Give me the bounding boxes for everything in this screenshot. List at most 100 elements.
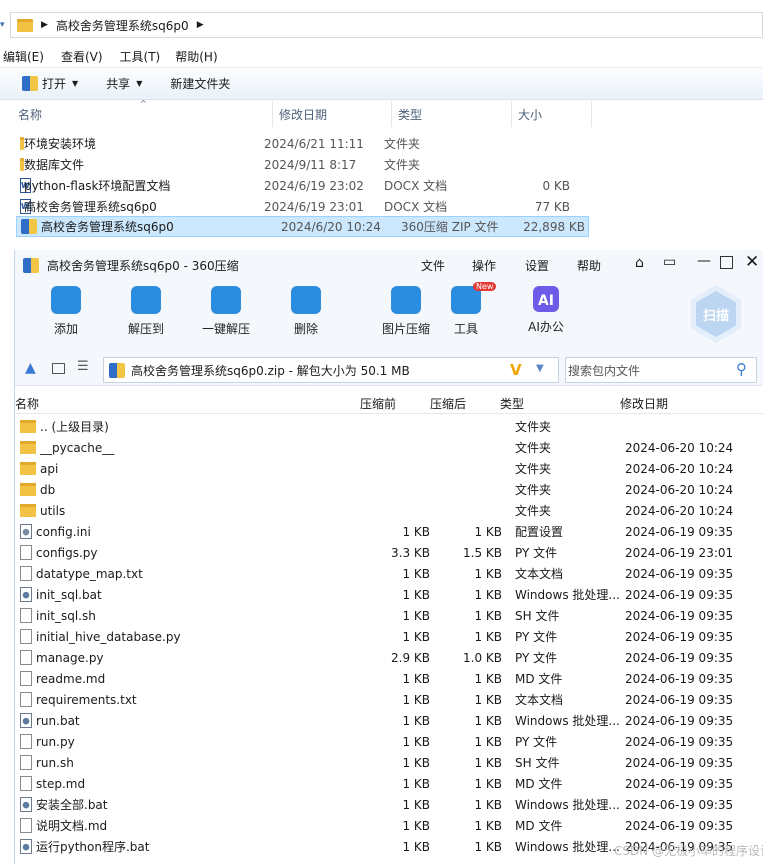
minimize-icon[interactable]: — bbox=[697, 253, 711, 269]
archive-column-header: 名称 压缩前 压缩后 类型 修改日期 bbox=[15, 394, 763, 414]
nav-arrow-icon[interactable]: ▾ bbox=[0, 20, 8, 32]
archive-row[interactable]: init_sql.bat 1 KB 1 KB Windows 批处理... 2024-0… bbox=[15, 584, 763, 605]
archive-row[interactable]: .. (上级目录) 文件夹 bbox=[15, 416, 763, 437]
up-arrow-icon[interactable]: ▲ bbox=[25, 360, 36, 376]
archive-row[interactable]: 安装全部.bat 1 KB 1 KB Windows 批处理... 2024-06-19… bbox=[15, 794, 763, 815]
share-label: 共享 bbox=[106, 77, 131, 91]
tool-button-0[interactable]: 添加 bbox=[31, 286, 101, 337]
col-modified[interactable]: 修改日期 bbox=[620, 395, 740, 412]
tool-button-5[interactable]: New 工具 bbox=[431, 282, 501, 337]
thumbnail-view-icon[interactable] bbox=[52, 363, 65, 374]
archive-row[interactable]: run.py 1 KB 1 KB PY 文件 2024-06-19 09:35 bbox=[15, 731, 763, 752]
file-row[interactable]: 数据库文件 2024/9/11 8:17 文件夹 bbox=[0, 154, 763, 175]
archive-row[interactable]: utils 文件夹 2024-06-20 10:24 bbox=[15, 500, 763, 521]
folder-icon bbox=[20, 420, 36, 433]
file-row[interactable]: 高校舍务管理系统sq6p0 2024/6/20 10:24 360压缩 ZIP 文件… bbox=[16, 216, 589, 237]
chevron-right-icon[interactable]: ▶ bbox=[41, 20, 48, 30]
archive-row[interactable]: initial_hive_database.py 1 KB 1 KB PY 文件 202… bbox=[15, 626, 763, 647]
archive-item-compressed: 1 KB bbox=[474, 839, 502, 854]
archive-item-modified: 2024-06-19 09:35 bbox=[625, 734, 734, 749]
tool-button-6[interactable]: AI AI办公 bbox=[511, 286, 581, 335]
file-name: 高校舍务管理系统sq6p0 bbox=[41, 220, 174, 234]
archive-row[interactable]: init_sql.sh 1 KB 1 KB SH 文件 2024-06-19 09:35 bbox=[15, 605, 763, 626]
archive-row[interactable]: manage.py 2.9 KB 1.0 KB PY 文件 2024-06-19 09:… bbox=[15, 647, 763, 668]
file-modified: 2024/6/20 10:24 bbox=[281, 219, 381, 234]
archiver-path-bar: ▲ ☰ 高校舍务管理系统sq6p0.zip - 解包大小为 50.1 MB V … bbox=[15, 352, 763, 386]
archive-row[interactable]: run.bat 1 KB 1 KB Windows 批处理... 2024-06-19 … bbox=[15, 710, 763, 731]
col-size[interactable]: 压缩前 bbox=[360, 395, 430, 412]
menu-file[interactable]: 文件 bbox=[421, 257, 445, 274]
tool-button-3[interactable]: 删除 bbox=[271, 286, 341, 337]
menu-edit[interactable]: 编辑(E) bbox=[0, 48, 50, 65]
archive-item-modified: 2024-06-19 09:35 bbox=[625, 713, 734, 728]
menu-view[interactable]: 查看(V) bbox=[58, 48, 109, 65]
file-row[interactable]: 环境安装环境 2024/6/21 11:11 文件夹 bbox=[0, 133, 763, 154]
col-type[interactable]: 类型 bbox=[500, 395, 620, 412]
col-name[interactable]: 名称 ^ bbox=[0, 99, 273, 127]
chevron-right-icon[interactable]: ▶ bbox=[197, 20, 204, 30]
open-button[interactable]: 打开 ▼ bbox=[0, 72, 88, 96]
menu-help[interactable]: 帮助(H) bbox=[172, 48, 223, 65]
file-icon bbox=[20, 734, 32, 749]
archive-row[interactable]: __pycache__ 文件夹 2024-06-20 10:24 bbox=[15, 437, 763, 458]
archive-item-size: 3.3 KB bbox=[391, 545, 430, 560]
archive-item-name: step.md bbox=[36, 776, 86, 791]
delete-icon bbox=[291, 286, 321, 314]
col-modified[interactable]: 修改日期 bbox=[273, 101, 392, 127]
search-input[interactable]: 搜索包内文件 ⚲ bbox=[565, 357, 757, 383]
close-icon[interactable]: ✕ bbox=[745, 252, 759, 272]
archive-row[interactable]: datatype_map.txt 1 KB 1 KB 文本文档 2024-06-19 0… bbox=[15, 563, 763, 584]
address-bar[interactable]: ▶ 高校舍务管理系统sq6p0 ▶ bbox=[10, 12, 763, 38]
list-view-icon[interactable]: ☰ bbox=[77, 359, 89, 374]
file-icon bbox=[20, 566, 32, 581]
col-type[interactable]: 类型 bbox=[392, 101, 512, 127]
file-row[interactable]: Wpython-flask环境配置文档 2024/6/19 23:02 DOCX 文… bbox=[0, 175, 763, 196]
archive-item-name: run.sh bbox=[36, 755, 74, 770]
share-button[interactable]: 共享 ▼ bbox=[96, 72, 152, 96]
archive-row[interactable]: readme.md 1 KB 1 KB MD 文件 2024-06-19 09:35 bbox=[15, 668, 763, 689]
archive-row[interactable]: db 文件夹 2024-06-20 10:24 bbox=[15, 479, 763, 500]
tool-button-2[interactable]: 一键解压 bbox=[191, 286, 261, 337]
feedback-icon[interactable]: ▭ bbox=[663, 254, 676, 270]
tool-label: 删除 bbox=[293, 322, 318, 336]
zip-icon bbox=[109, 362, 125, 378]
zip-icon bbox=[22, 76, 38, 91]
file-modified: 2024/9/11 8:17 bbox=[264, 157, 357, 172]
archive-row[interactable]: run.sh 1 KB 1 KB SH 文件 2024-06-19 09:35 bbox=[15, 752, 763, 773]
col-compressed[interactable]: 压缩后 bbox=[430, 395, 500, 412]
file-row[interactable]: W 高校舍务管理系统sq6p0 2024/6/19 23:01 DOCX 文档 77 K… bbox=[0, 196, 763, 217]
file-name: 高校舍务管理系统sq6p0 bbox=[24, 200, 157, 214]
search-icon[interactable]: ⚲ bbox=[736, 360, 747, 378]
archive-path-field[interactable]: 高校舍务管理系统sq6p0.zip - 解包大小为 50.1 MB V ▼ bbox=[103, 357, 559, 383]
col-modified-label: 修改日期 bbox=[279, 107, 328, 122]
archiver-window: 高校舍务管理系统sq6p0 - 360压缩 文件 操作 设置 帮助 ⌂ ▭ — … bbox=[14, 250, 763, 864]
maximize-icon[interactable] bbox=[720, 256, 733, 269]
archive-item-size: 1 KB bbox=[402, 755, 430, 770]
archive-item-modified: 2024-06-19 09:35 bbox=[625, 650, 734, 665]
archive-row[interactable]: 说明文档.md 1 KB 1 KB MD 文件 2024-06-19 09:35 bbox=[15, 815, 763, 836]
file-name: 数据库文件 bbox=[24, 158, 85, 172]
archive-row[interactable]: config.ini 1 KB 1 KB 配置设置 2024-06-19 09:35 bbox=[15, 521, 763, 542]
archive-item-name: db bbox=[40, 482, 56, 497]
archive-row[interactable]: requirements.txt 1 KB 1 KB 文本文档 2024-06-19 0… bbox=[15, 689, 763, 710]
archive-item-name: api bbox=[40, 461, 59, 476]
menu-help[interactable]: 帮助 bbox=[577, 257, 601, 274]
archive-item-name: 运行python程序.bat bbox=[36, 840, 150, 854]
tool-button-1[interactable]: 解压到 bbox=[111, 286, 181, 337]
open-label: 打开 bbox=[42, 77, 67, 91]
archive-row[interactable]: step.md 1 KB 1 KB MD 文件 2024-06-19 09:35 bbox=[15, 773, 763, 794]
menu-operate[interactable]: 操作 bbox=[472, 257, 496, 274]
breadcrumb-item[interactable]: 高校舍务管理系统sq6p0 bbox=[56, 17, 189, 34]
v-logo-icon[interactable]: V bbox=[510, 361, 522, 379]
col-size[interactable]: 大小 bbox=[512, 101, 592, 127]
menu-settings[interactable]: 设置 bbox=[525, 257, 549, 274]
new-folder-button[interactable]: 新建文件夹 bbox=[160, 72, 240, 96]
archive-item-size: 1 KB bbox=[402, 671, 430, 686]
archive-row[interactable]: configs.py 3.3 KB 1.5 KB PY 文件 2024-06-19 23… bbox=[15, 542, 763, 563]
menu-tools[interactable]: 工具(T) bbox=[117, 48, 167, 65]
dropdown-arrow-icon[interactable]: ▼ bbox=[536, 363, 544, 374]
archive-row[interactable]: api 文件夹 2024-06-20 10:24 bbox=[15, 458, 763, 479]
skin-icon[interactable]: ⌂ bbox=[635, 255, 644, 271]
col-name[interactable]: 名称 bbox=[15, 395, 360, 412]
tool-label: 解压到 bbox=[127, 322, 164, 336]
